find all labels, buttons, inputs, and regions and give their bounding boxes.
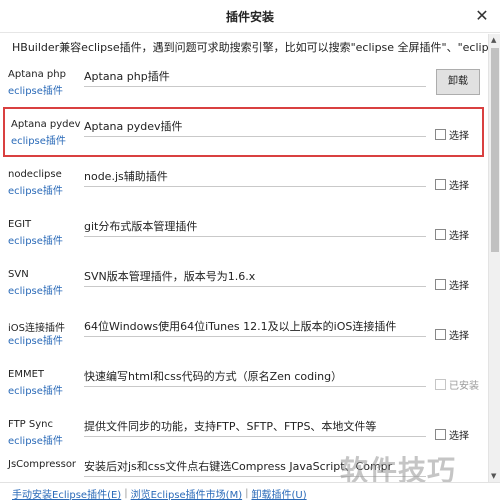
uninstall-plugin-link[interactable]: 卸载插件(U) (251, 486, 306, 501)
scroll-thumb[interactable] (491, 48, 499, 252)
hint-text: HBuilder兼容eclipse插件，遇到问题可求助搜索引擎，比如可以搜索"e… (12, 41, 488, 54)
scrollbar[interactable]: ▲ ▼ (488, 34, 500, 482)
plugin-description: node.js辅助插件 (84, 168, 426, 187)
plugin-tag: eclipse插件 (8, 436, 63, 447)
plugin-name: JsCompressor (8, 459, 77, 470)
installed-checkbox: 已安装 (435, 377, 479, 392)
plugin-name: nodeclipse (8, 169, 62, 180)
window-title: 插件安装 (225, 10, 274, 24)
plugin-row-emmet: EMMET eclipse插件 快速编写html和css代码的方式（原名Zen … (0, 357, 488, 407)
checkbox-icon[interactable] (435, 329, 446, 340)
plugin-tag: eclipse插件 (8, 386, 63, 397)
plugin-row-svn: SVN eclipse插件 SVN版本管理插件，版本号为1.6.x 选择 (0, 257, 488, 307)
plugin-tag: eclipse插件 (11, 136, 66, 147)
footer-links: 手动安装Eclipse插件(E) | 浏览Eclipse插件市场(M) | 卸载… (12, 486, 307, 501)
plugin-description: git分布式版本管理插件 (84, 218, 426, 237)
footer-bar: 手动安装Eclipse插件(E) | 浏览Eclipse插件市场(M) | 卸载… (0, 482, 500, 502)
scroll-down-icon[interactable]: ▼ (491, 472, 496, 480)
checkbox-icon (435, 379, 446, 390)
checkbox-icon[interactable] (435, 229, 446, 240)
plugin-description: 提供文件同步的功能，支持FTP、SFTP、FTPS、本地文件等 (84, 418, 426, 437)
select-checkbox[interactable]: 选择 (435, 277, 469, 292)
plugin-description: 64位Windows使用64位iTunes 12.1及以上版本的iOS连接插件 (84, 318, 426, 337)
plugin-name: EMMET (8, 369, 45, 380)
title-bar: 插件安装 ✕ (0, 0, 500, 33)
plugin-description: 快速编写html和css代码的方式（原名Zen coding） (84, 368, 426, 387)
plugin-name: FTP Sync (8, 419, 53, 430)
plugin-tag: eclipse插件 (8, 86, 63, 97)
plugin-name: EGIT (8, 219, 32, 230)
plugin-tag: eclipse插件 (8, 286, 63, 297)
plugin-tag: eclipse插件 (8, 186, 63, 197)
plugin-list: Aptana php eclipse插件 Aptana php插件 卸载 Apt… (0, 57, 488, 478)
select-label: 选择 (449, 281, 469, 292)
plugin-description: Aptana pydev插件 (84, 118, 426, 137)
browse-market-link[interactable]: 浏览Eclipse插件市场(M) (131, 486, 243, 501)
plugin-description: SVN版本管理插件，版本号为1.6.x (84, 268, 426, 287)
select-label: 选择 (449, 181, 469, 192)
plugin-row-nodeclipse: nodeclipse eclipse插件 node.js辅助插件 选择 (0, 157, 488, 207)
checkbox-icon[interactable] (435, 129, 446, 140)
plugin-description: Aptana php插件 (84, 68, 426, 87)
manual-install-link[interactable]: 手动安装Eclipse插件(E) (12, 486, 121, 501)
plugin-name: Aptana pydev (11, 119, 81, 130)
footer-separator: | (245, 488, 249, 499)
footer-separator: | (124, 488, 128, 499)
scroll-up-icon[interactable]: ▲ (491, 36, 496, 44)
plugin-row-ios: iOS连接插件 eclipse插件 64位Windows使用64位iTunes … (0, 307, 488, 357)
plugin-row-aptana-pydev[interactable]: Aptana pydev eclipse插件 Aptana pydev插件 选择 (3, 107, 484, 157)
plugin-row-aptana-php: Aptana php eclipse插件 Aptana php插件 卸载 (0, 57, 488, 107)
select-label: 选择 (449, 331, 469, 342)
checkbox-icon[interactable] (435, 179, 446, 190)
installed-label: 已安装 (449, 381, 479, 392)
select-checkbox[interactable]: 选择 (435, 227, 469, 242)
plugin-name: Aptana php (8, 69, 66, 80)
select-label: 选择 (449, 431, 469, 442)
select-label: 选择 (449, 231, 469, 242)
uninstall-button[interactable]: 卸载 (436, 69, 480, 95)
plugin-tag: eclipse插件 (8, 236, 63, 247)
select-checkbox[interactable]: 选择 (435, 177, 469, 192)
select-label: 选择 (449, 131, 469, 142)
checkbox-icon[interactable] (435, 279, 446, 290)
close-icon[interactable]: ✕ (472, 6, 492, 26)
plugin-row-egit: EGIT eclipse插件 git分布式版本管理插件 选择 (0, 207, 488, 257)
checkbox-icon[interactable] (435, 429, 446, 440)
plugin-tag: eclipse插件 (8, 336, 63, 347)
select-checkbox[interactable]: 选择 (435, 427, 469, 442)
select-checkbox[interactable]: 选择 (435, 127, 469, 142)
select-checkbox[interactable]: 选择 (435, 327, 469, 342)
plugin-name: SVN (8, 269, 29, 280)
